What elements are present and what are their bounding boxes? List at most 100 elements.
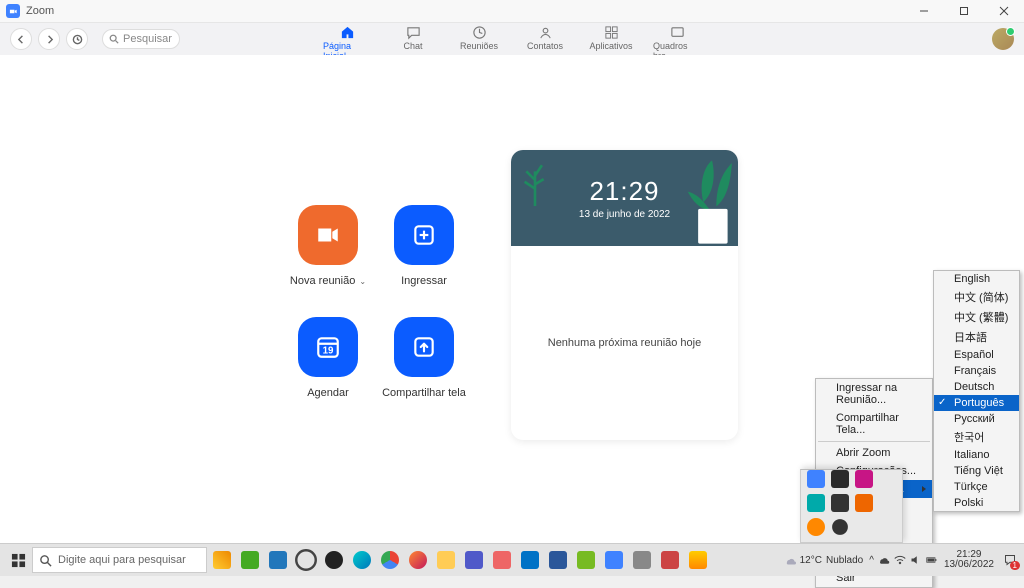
battery-icon[interactable] [926,554,938,566]
lang-korean[interactable]: 한국어 [934,427,1019,447]
home-icon [339,25,355,39]
window-controls [904,0,1024,23]
window-title: Zoom [26,5,54,17]
tab-meetings[interactable]: Reuniões [455,25,503,51]
lang-portuguese[interactable]: ✓Português [934,395,1019,411]
wifi-icon[interactable] [894,554,906,566]
action-grid: Nova reunião⌄ Ingressar 19 Agendar Compa… [280,205,472,399]
taskbar-icon[interactable] [629,547,655,573]
lang-turkish[interactable]: Türkçe [934,479,1019,495]
toolbar: Pesquisar Página Inicial Chat Reuniões C… [0,23,1024,55]
nav-tabs: Página Inicial Chat Reuniões Contatos Ap… [323,23,701,55]
chevron-down-icon[interactable]: ⌄ [359,277,366,286]
system-tray[interactable]: ^ [869,554,938,566]
taskbar-icon-outlook[interactable] [517,547,543,573]
tray-chevron-up-icon[interactable]: ^ [869,555,874,566]
panel-hero: 21:29 13 de junho de 2022 [511,150,738,246]
panel-empty-text: Nenhuma próxima reunião hoje [511,246,738,440]
tab-apps[interactable]: Aplicativos [587,25,635,51]
upcoming-panel: 21:29 13 de junho de 2022 Nenhuma próxim… [511,150,738,440]
search-placeholder: Pesquisar [123,33,172,45]
taskbar-icon-edge[interactable] [349,547,375,573]
onedrive-icon[interactable] [878,554,890,566]
lang-chinese-simplified[interactable]: 中文 (简体) [934,287,1019,307]
contacts-icon [537,25,553,39]
taskbar-icon[interactable] [237,547,263,573]
tray-icon[interactable] [855,470,873,488]
plant-decoration [517,154,553,206]
tray-icon-zoom[interactable] [807,470,825,488]
forward-button[interactable] [38,28,60,50]
share-screen-action[interactable]: Compartilhar tela [376,317,472,399]
taskbar-icon-cortana[interactable] [321,547,347,573]
plus-icon [394,205,454,265]
lang-polish[interactable]: Polski [934,495,1019,511]
new-meeting-action[interactable]: Nova reunião⌄ [280,205,376,287]
taskbar-icon[interactable] [489,547,515,573]
tray-icon[interactable] [807,518,825,536]
ctx-join-meeting[interactable]: Ingressar na Reunião... [816,379,932,409]
taskbar-icon-chrome[interactable] [377,547,403,573]
search-input[interactable]: Pesquisar [102,29,180,49]
lang-italian[interactable]: Italiano [934,447,1019,463]
taskbar-icon[interactable] [657,547,683,573]
plant-decoration [686,158,738,246]
schedule-action[interactable]: 19 Agendar [280,317,376,399]
task-view-button[interactable] [293,547,319,573]
lang-russian[interactable]: Русский [934,411,1019,427]
taskbar-icon-word[interactable] [545,547,571,573]
taskbar-icon[interactable] [573,547,599,573]
join-action[interactable]: Ingressar [376,205,472,287]
video-icon [298,205,358,265]
svg-text:19: 19 [323,346,334,357]
chat-icon [405,25,421,39]
language-submenu: English 中文 (简体) 中文 (繁體) 日本語 Español Fran… [933,270,1020,512]
tray-icon[interactable] [855,494,873,512]
tray-icon-nvidia[interactable] [831,494,849,512]
taskbar-icon-explorer[interactable] [433,547,459,573]
lang-japanese[interactable]: 日本語 [934,327,1019,347]
separator [818,441,930,442]
taskbar-right: 12°C Nublado ^ 21:29 13/06/2022 1 [784,550,1020,570]
calendar-icon: 19 [298,317,358,377]
ctx-open-zoom[interactable]: Abrir Zoom [816,444,932,462]
start-button[interactable] [4,546,32,574]
tab-contacts[interactable]: Contatos [521,25,569,51]
close-button[interactable] [984,0,1024,23]
weather-widget[interactable]: 12°C Nublado [784,554,864,566]
profile-avatar[interactable] [992,28,1014,50]
ctx-share-screen[interactable]: Compartilhar Tela... [816,409,932,439]
whiteboard-icon [669,25,685,39]
lang-vietnamese[interactable]: Tiếng Việt [934,463,1019,479]
panel-time: 21:29 [589,176,659,207]
apps-icon [603,25,619,39]
lang-chinese-traditional[interactable]: 中文 (繁體) [934,307,1019,327]
taskbar-icon[interactable] [685,547,711,573]
panel-date: 13 de junho de 2022 [579,209,670,220]
system-tray-overflow [800,469,903,543]
back-button[interactable] [10,28,32,50]
tray-icon[interactable] [831,470,849,488]
lang-spanish[interactable]: Español [934,347,1019,363]
taskbar-icon[interactable] [209,547,235,573]
titlebar: Zoom [0,0,1024,23]
action-center-button[interactable]: 1 [1000,550,1020,570]
taskbar-search[interactable]: Digite aqui para pesquisar [32,547,207,573]
taskbar-icon-teams[interactable] [461,547,487,573]
check-icon: ✓ [938,397,946,408]
tray-icon[interactable] [807,494,825,512]
share-arrow-icon [394,317,454,377]
taskbar-icon[interactable] [265,547,291,573]
history-button[interactable] [66,28,88,50]
taskbar-clock[interactable]: 21:29 13/06/2022 [944,550,994,570]
taskbar-icon-zoom[interactable] [601,547,627,573]
lang-english[interactable]: English [934,271,1019,287]
lang-german[interactable]: Deutsch [934,379,1019,395]
minimize-button[interactable] [904,0,944,23]
tray-icon-xbox[interactable] [831,518,849,536]
volume-icon[interactable] [910,554,922,566]
lang-french[interactable]: Français [934,363,1019,379]
tab-chat[interactable]: Chat [389,25,437,51]
taskbar-icon-firefox[interactable] [405,547,431,573]
maximize-button[interactable] [944,0,984,23]
